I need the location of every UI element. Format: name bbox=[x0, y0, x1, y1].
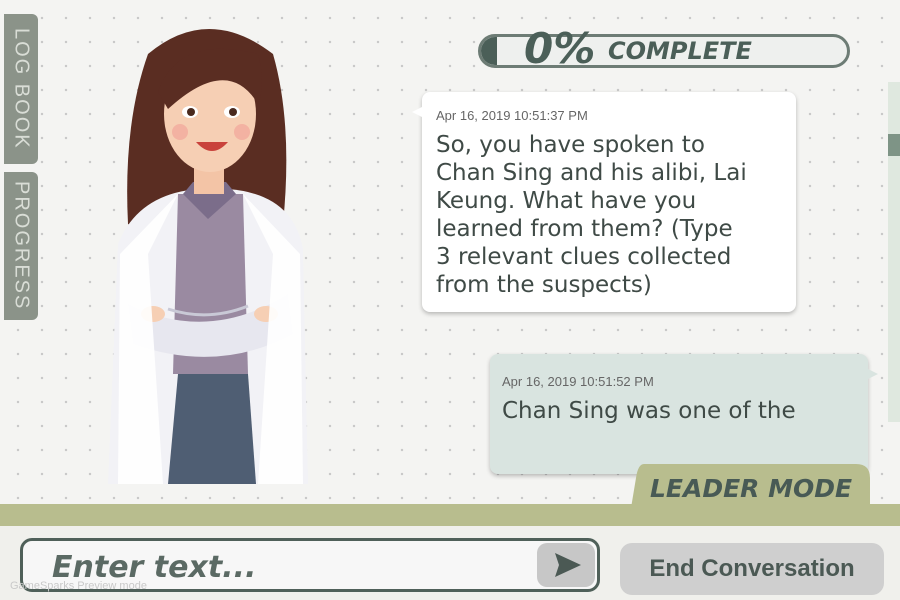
message-line: 3 relevant clues collected bbox=[436, 244, 732, 270]
progress-percent: 0% bbox=[524, 24, 596, 73]
message-text: So, you have spoken to Chan Sing and his… bbox=[436, 131, 784, 299]
send-arrow-icon bbox=[555, 553, 581, 577]
send-button[interactable] bbox=[537, 543, 595, 587]
message-line: Chan Sing and his alibi, Lai bbox=[436, 160, 747, 186]
preview-watermark: GameSparks Preview mode bbox=[10, 580, 147, 592]
npc-message-bubble: Apr 16, 2019 10:51:37 PM So, you have sp… bbox=[412, 92, 796, 312]
message-line: learned from them? (Type bbox=[436, 216, 733, 242]
end-conversation-button[interactable]: End Conversation bbox=[620, 543, 884, 595]
tab-progress-label: PROGRESS bbox=[10, 181, 33, 311]
progress-label: COMPLETE bbox=[608, 37, 752, 65]
tab-progress[interactable]: PROGRESS bbox=[4, 172, 38, 320]
message-timestamp: Apr 16, 2019 10:51:37 PM bbox=[436, 108, 588, 123]
tab-log-book-label: LOG BOOK bbox=[10, 28, 33, 150]
message-line: Chan Sing was one of the bbox=[502, 398, 796, 424]
message-line: So, you have spoken to bbox=[436, 132, 705, 158]
message-line: from the suspects) bbox=[436, 272, 652, 298]
scrollbar-thumb[interactable] bbox=[888, 134, 900, 156]
message-timestamp: Apr 16, 2019 10:51:52 PM bbox=[502, 374, 654, 389]
chat-scrollbar[interactable] bbox=[888, 82, 900, 422]
player-message-bubble: Apr 16, 2019 10:51:52 PM Chan Sing was o… bbox=[490, 354, 878, 474]
tab-log-book[interactable]: LOG BOOK bbox=[4, 14, 38, 164]
message-text: Chan Sing was one of the bbox=[502, 397, 856, 425]
character-portrait bbox=[108, 29, 308, 484]
leader-mode-label: LEADER MODE bbox=[650, 474, 853, 503]
message-line: Keung. What have you bbox=[436, 188, 697, 214]
